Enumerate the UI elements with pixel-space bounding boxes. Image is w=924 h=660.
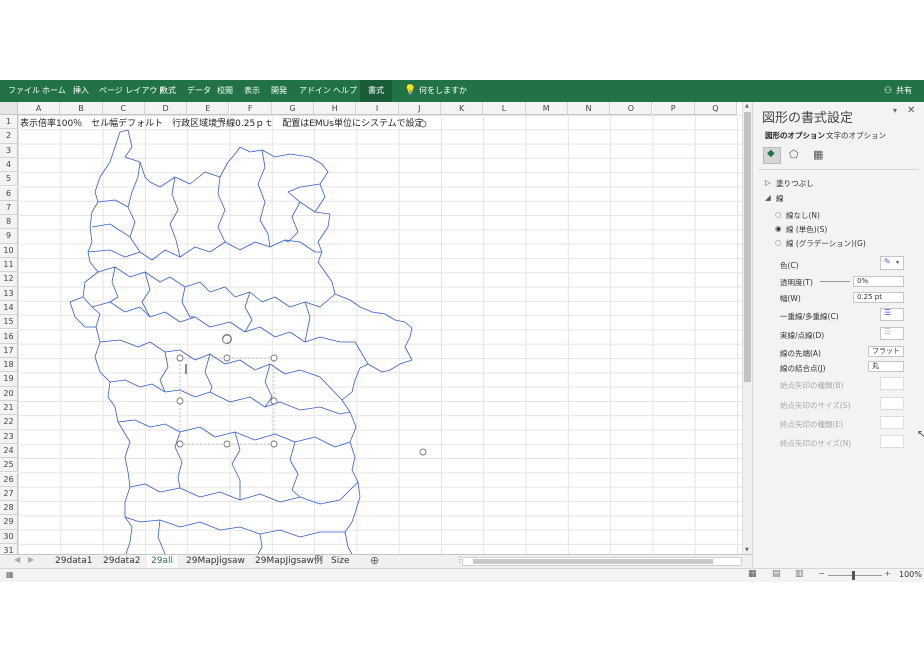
tab-shape-options[interactable]: 図形のオプション	[765, 130, 825, 141]
color-label: 色(C)	[780, 261, 799, 270]
add-sheet-icon[interactable]: ⊕	[370, 554, 379, 567]
radio-line-none-icon[interactable]: ○	[775, 210, 782, 219]
pane-divider	[759, 169, 919, 170]
line-collapse-icon[interactable]: ◢	[765, 193, 771, 202]
color-picker-button[interactable]: ✎ ▾	[880, 256, 904, 270]
page-break-view-icon[interactable]: ▥	[795, 569, 804, 579]
sheet-tab-29data1[interactable]: 29data1	[55, 555, 92, 568]
size-properties-icon[interactable]: ▦	[813, 148, 823, 161]
transparency-slider[interactable]	[820, 281, 850, 282]
vertical-scrollbar[interactable]: ▲ ▼	[742, 102, 752, 554]
end-arrow-size-dropdown[interactable]	[880, 435, 904, 448]
compound-line-icon: ☰	[884, 308, 892, 317]
zoom-in-icon[interactable]: +	[884, 569, 891, 578]
paint-bucket-icon: ◆	[767, 148, 775, 159]
transparency-input[interactable]: 0%	[853, 276, 904, 287]
begin-arrow-type-dropdown[interactable]	[880, 377, 904, 390]
begin-arrow-type-label: 始点矢印の種類(B)	[780, 381, 844, 390]
tab-insert[interactable]: 挿入	[73, 80, 89, 102]
tab-help[interactable]: ヘルプ	[333, 80, 357, 102]
normal-view-icon[interactable]: ▦	[748, 569, 757, 579]
pen-color-icon: ✎	[884, 257, 891, 266]
tell-me-search[interactable]: 何をしますか	[419, 80, 467, 102]
end-arrow-type-dropdown[interactable]	[880, 416, 904, 429]
dash-type-label: 実線/点線(D)	[780, 331, 825, 340]
format-shape-pane: 図形の書式設定 ▾ ✕ 図形のオプション 文字のオプション ◆ ⬠ ▦ ▷ 塗り…	[752, 102, 924, 568]
pane-title: 図形の書式設定	[762, 111, 854, 126]
sheet-tab-29mapjigsaw[interactable]: 29MapJigsaw	[186, 555, 245, 568]
compound-type-label: 一重線/多重線(C)	[780, 312, 839, 321]
transparency-label: 透明度(T)	[780, 278, 813, 287]
tab-data[interactable]: データ	[187, 80, 211, 102]
color-dropdown-icon: ▾	[896, 259, 900, 266]
person-icon: ⚇	[884, 86, 893, 96]
compound-type-dropdown[interactable]: ☰	[880, 308, 904, 321]
join-type-dropdown[interactable]: 丸	[868, 361, 904, 372]
begin-arrow-size-label: 始点矢印のサイズ(S)	[780, 401, 851, 410]
section-fill[interactable]: 塗りつぶし	[776, 178, 814, 189]
ribbon-bar: ファイル ホーム 挿入 ページ レイアウト 数式 データ 校閲 表示 開発 アド…	[0, 80, 924, 102]
map-shape[interactable]	[0, 102, 742, 554]
dash-line-icon: ☰	[884, 327, 892, 336]
fill-line-tab[interactable]: ◆	[763, 147, 781, 164]
sheet-tab-size[interactable]: Size	[331, 555, 349, 568]
radio-line-solid[interactable]: 線 (単色)(S)	[786, 224, 827, 235]
tab-view[interactable]: 表示	[244, 80, 260, 102]
sheet-tab-29data2[interactable]: 29data2	[103, 555, 140, 568]
tab-prev-icon[interactable]: ◀	[14, 555, 20, 564]
tab-home[interactable]: ホーム	[42, 80, 66, 102]
radio-line-gradient-icon[interactable]: ○	[775, 238, 782, 247]
width-label: 幅(W)	[780, 294, 801, 303]
zoom-level[interactable]: 100%	[899, 570, 922, 579]
page-layout-view-icon[interactable]: ▤	[772, 569, 781, 579]
fill-expand-icon[interactable]: ▷	[765, 178, 771, 187]
effects-pentagon-icon[interactable]: ⬠	[789, 148, 799, 161]
scrollbar-thumb[interactable]	[744, 112, 751, 382]
tab-next-icon[interactable]: ▶	[28, 555, 34, 564]
join-type-label: 線の結合点(J)	[780, 364, 826, 373]
status-bar: ▦ ▦ ▤ ▥ − + 100%	[0, 568, 924, 582]
sheet-tab-29mapjigsaw-example[interactable]: 29MapJigsaw例	[255, 555, 323, 568]
scroll-down-icon[interactable]: ▼	[745, 547, 749, 553]
h-scrollbar-thumb[interactable]	[473, 559, 713, 564]
scroll-up-icon[interactable]: ▲	[745, 103, 749, 109]
close-icon[interactable]: ✕	[907, 105, 915, 116]
share-button[interactable]: 共有	[896, 80, 912, 102]
zoom-slider[interactable]	[828, 575, 882, 576]
tab-page-layout[interactable]: ページ レイアウト	[99, 80, 165, 102]
tab-addins[interactable]: アドイン	[299, 80, 331, 102]
tab-format[interactable]: 書式	[360, 80, 392, 102]
pane-options-icon[interactable]: ▾	[893, 106, 897, 115]
tab-developer[interactable]: 開発	[271, 80, 287, 102]
lightbulb-icon: 💡	[404, 85, 417, 96]
zoom-slider-thumb[interactable]	[852, 571, 855, 580]
zoom-out-icon[interactable]: −	[818, 569, 825, 578]
radio-line-none[interactable]: 線なし(N)	[786, 210, 820, 221]
dash-type-dropdown[interactable]: ☰	[880, 327, 904, 340]
tab-review[interactable]: 校閲	[217, 80, 233, 102]
sheet-tab-bar: ◀ ▶ 29data1 29data2 29all 29MapJigsaw 29…	[0, 554, 752, 570]
radio-line-solid-icon[interactable]: ◉	[775, 224, 782, 233]
cap-type-dropdown[interactable]: フラット	[868, 346, 904, 357]
width-input[interactable]: 0.25 pt	[853, 292, 904, 303]
section-line[interactable]: 線	[776, 193, 784, 204]
radio-line-gradient[interactable]: 線 (グラデーション)(G)	[786, 238, 866, 249]
end-arrow-type-label: 終点矢印の種類(E)	[780, 420, 844, 429]
tab-formulas[interactable]: 数式	[160, 80, 176, 102]
end-arrow-size-label: 終点矢印のサイズ(N)	[780, 439, 852, 448]
horizontal-scrollbar[interactable]	[462, 557, 742, 566]
mouse-cursor-icon: ↖	[917, 429, 924, 440]
tab-file[interactable]: ファイル	[8, 80, 40, 102]
cap-type-label: 線の先端(A)	[780, 349, 821, 358]
begin-arrow-size-dropdown[interactable]	[880, 397, 904, 410]
macro-record-icon[interactable]: ▦	[6, 570, 14, 579]
tab-text-options[interactable]: 文字のオプション	[826, 130, 886, 141]
worksheet[interactable]: ABCDEFGHIJKLMNOPQ 1 2 3 4 5 6 7 8 9 10 11 12 13 14 15 1…	[0, 102, 742, 554]
